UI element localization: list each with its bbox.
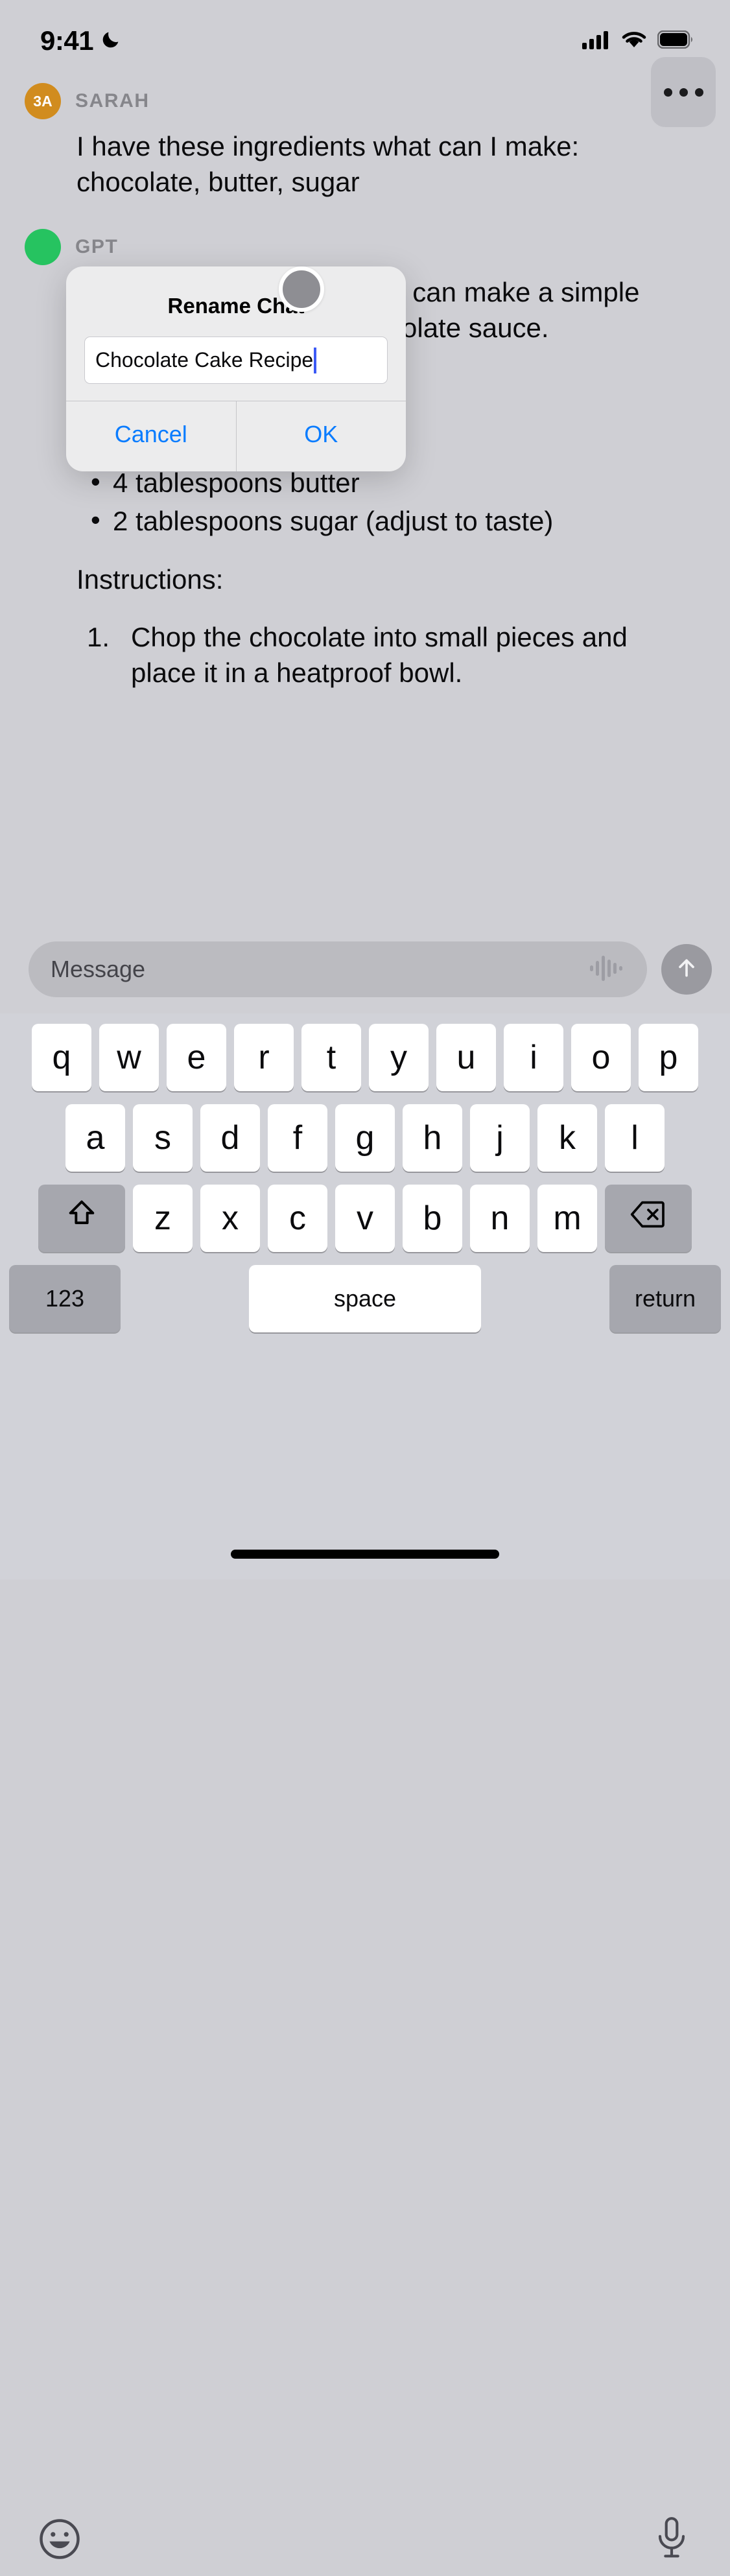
emoji-smiley-icon[interactable] bbox=[36, 2516, 83, 2566]
ok-button[interactable]: OK bbox=[235, 401, 406, 471]
space-key[interactable]: space bbox=[249, 1265, 481, 1332]
microphone-icon[interactable] bbox=[650, 2516, 694, 2566]
key-e[interactable]: e bbox=[167, 1024, 226, 1091]
key-y[interactable]: y bbox=[369, 1024, 429, 1091]
dialog-input-container: Chocolate Cake Recipe bbox=[66, 318, 406, 401]
shift-key[interactable] bbox=[38, 1185, 125, 1252]
backspace-key[interactable] bbox=[605, 1185, 692, 1252]
key-j[interactable]: j bbox=[470, 1104, 530, 1172]
return-key[interactable]: return bbox=[609, 1265, 721, 1332]
key-o[interactable]: o bbox=[571, 1024, 631, 1091]
key-l[interactable]: l bbox=[605, 1104, 665, 1172]
key-q[interactable]: q bbox=[32, 1024, 91, 1091]
key-r[interactable]: r bbox=[234, 1024, 294, 1091]
key-k[interactable]: k bbox=[537, 1104, 597, 1172]
keyboard-row-1: q w e r t y u i o p bbox=[0, 1013, 730, 1091]
shift-arrow-up-icon bbox=[65, 1198, 99, 1240]
rename-chat-dialog: Rename Chat Chocolate Cake Recipe Cancel… bbox=[66, 266, 406, 471]
key-p[interactable]: p bbox=[639, 1024, 698, 1091]
keyboard-row-4: 123 space return bbox=[0, 1252, 730, 1332]
key-s[interactable]: s bbox=[133, 1104, 193, 1172]
key-m[interactable]: m bbox=[537, 1185, 597, 1252]
rename-input-value: Chocolate Cake Recipe bbox=[95, 348, 314, 372]
key-g[interactable]: g bbox=[335, 1104, 395, 1172]
key-b[interactable]: b bbox=[403, 1185, 462, 1252]
cancel-button[interactable]: Cancel bbox=[66, 401, 236, 471]
message-input[interactable]: Message bbox=[29, 941, 647, 997]
rename-input[interactable]: Chocolate Cake Recipe bbox=[84, 337, 388, 384]
key-c[interactable]: c bbox=[268, 1185, 327, 1252]
send-arrow-up-icon bbox=[674, 955, 700, 984]
message-input-bar: Message bbox=[0, 934, 730, 1005]
keyboard-accessory-row bbox=[0, 2505, 730, 2576]
text-cursor-icon bbox=[314, 347, 317, 373]
key-u[interactable]: u bbox=[436, 1024, 496, 1091]
numbers-key[interactable]: 123 bbox=[9, 1265, 121, 1332]
key-i[interactable]: i bbox=[504, 1024, 563, 1091]
key-h[interactable]: h bbox=[403, 1104, 462, 1172]
key-d[interactable]: d bbox=[200, 1104, 260, 1172]
dialog-button-row: Cancel OK bbox=[66, 401, 406, 471]
send-button[interactable] bbox=[661, 944, 712, 995]
home-indicator bbox=[231, 1550, 499, 1559]
dialog-title: Rename Chat bbox=[167, 294, 305, 318]
key-z[interactable]: z bbox=[133, 1185, 193, 1252]
audio-waveform-icon[interactable] bbox=[589, 952, 625, 987]
on-screen-keyboard: q w e r t y u i o p a s d f g h j k l z … bbox=[0, 1013, 730, 2559]
keyboard-row-3: z x c v b n m bbox=[0, 1172, 730, 1252]
message-input-placeholder: Message bbox=[51, 956, 146, 982]
keyboard-row-2: a s d f g h j k l bbox=[0, 1091, 730, 1172]
key-f[interactable]: f bbox=[268, 1104, 327, 1172]
key-x[interactable]: x bbox=[200, 1185, 260, 1252]
key-a[interactable]: a bbox=[65, 1104, 125, 1172]
key-v[interactable]: v bbox=[335, 1185, 395, 1252]
key-t[interactable]: t bbox=[301, 1024, 361, 1091]
key-n[interactable]: n bbox=[470, 1185, 530, 1252]
backspace-delete-icon bbox=[630, 1199, 666, 1238]
key-w[interactable]: w bbox=[99, 1024, 159, 1091]
touch-indicator bbox=[279, 266, 324, 312]
